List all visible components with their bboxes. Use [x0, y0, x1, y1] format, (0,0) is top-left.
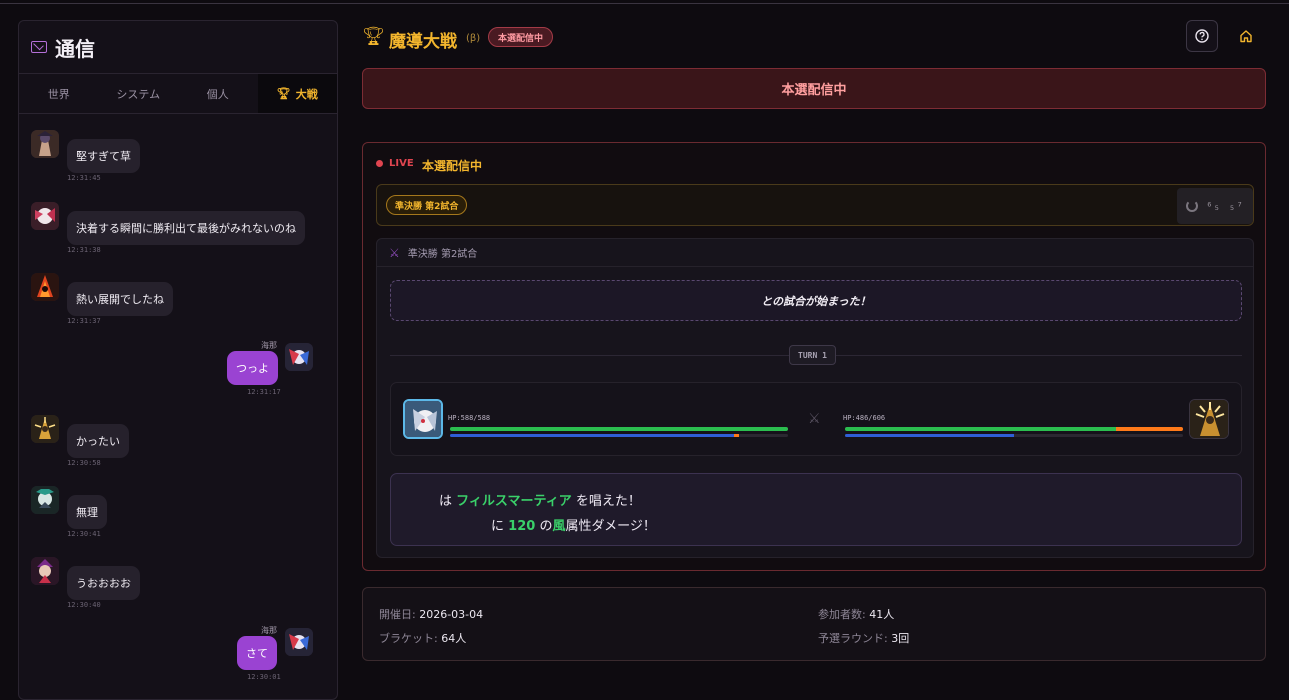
fighter-right-hp-bar	[845, 427, 1183, 431]
info-value: 41人	[869, 608, 895, 621]
match-label: 準決勝 第2試合	[407, 249, 478, 260]
broadcast-banner: 本選配信中	[362, 68, 1266, 109]
log-text: の	[539, 519, 553, 534]
message-sender: 海那	[261, 626, 277, 635]
help-icon	[1195, 29, 1209, 43]
beta-label: (β)	[466, 33, 481, 44]
avatar[interactable]	[31, 202, 59, 230]
log-text: に	[491, 519, 505, 534]
crossed-swords-icon: ⚔︎	[389, 245, 400, 260]
loading-indicator: ⁶₅ ₅⁷	[1177, 188, 1253, 224]
live-panel: LIVE 本選配信中 準決勝 第2試合 ⁶₅ ₅⁷ ⚔︎ 準決勝 第2試合 との…	[362, 142, 1266, 571]
info-qualifier: 予選ラウンド: 3回	[818, 630, 909, 646]
chat-panel: 通信 世界 システム 個人 🏆︎ 大戦 堅すぎて草 12:31:45 決着する瞬…	[18, 20, 338, 700]
chat-title: 通信	[55, 36, 95, 61]
fighter-right-avatar[interactable]	[1189, 399, 1229, 439]
battle-log: は フィルスマーティア を唱えた！ に 120 の風属性ダメージ！	[390, 473, 1242, 546]
loading-text: ⁶₅ ₅⁷	[1205, 199, 1245, 213]
help-button[interactable]	[1186, 20, 1218, 52]
fighter-right-hp: HP:486/606	[843, 414, 886, 422]
avatar[interactable]	[285, 628, 313, 656]
home-icon	[1240, 30, 1252, 43]
live-label: LIVE	[389, 158, 414, 169]
message-bubble: つっよ	[227, 351, 278, 385]
log-text: は	[439, 494, 453, 509]
spell-name: フィルスマーティア	[456, 494, 572, 509]
message-time: 12:30:40	[67, 601, 101, 609]
round-chip: 準決勝 第2試合	[386, 195, 468, 215]
chat-header: 通信	[19, 21, 337, 74]
tab-battle-label: 大戦	[295, 87, 318, 101]
top-divider	[0, 3, 1289, 4]
element-name: 風	[552, 519, 566, 534]
message-time: 12:31:17	[247, 388, 281, 396]
log-text: を唱えた！	[575, 494, 641, 509]
status-badge: 本選配信中	[488, 27, 554, 47]
avatar[interactable]	[31, 415, 59, 443]
message-bubble: さて	[237, 636, 277, 670]
fighter-right-mp-bar	[845, 434, 1183, 437]
tab-world[interactable]: 世界	[19, 74, 99, 113]
avatar[interactable]	[31, 486, 59, 514]
info-label: 開催日:	[379, 608, 416, 621]
info-label: ブラケット:	[379, 632, 438, 645]
chat-tabs: 世界 システム 個人 🏆︎ 大戦	[19, 74, 337, 114]
tournament-info: 開催日: 2026-03-04 参加者数: 41人 ブラケット: 64人 予選ラ…	[362, 587, 1266, 661]
info-value: 3回	[891, 632, 910, 645]
trophy-icon: 🏆︎	[276, 87, 291, 100]
avatar[interactable]	[285, 343, 313, 371]
message-bubble: 堅すぎて草	[67, 139, 140, 173]
mail-icon	[31, 41, 47, 53]
round-bar: 準決勝 第2試合 ⁶₅ ₅⁷	[376, 184, 1254, 226]
live-dot-icon	[376, 160, 383, 167]
log-line-damage: に 120 の風属性ダメージ！	[491, 515, 656, 534]
info-bracket: ブラケット: 64人	[379, 630, 466, 646]
message-bubble: 決着する瞬間に勝利出て最後がみれないのね	[67, 211, 305, 245]
spinner-icon	[1185, 200, 1198, 212]
message-bubble: かったい	[67, 424, 129, 458]
message-time: 12:31:37	[67, 317, 101, 325]
trophy-icon: 🏆︎	[362, 26, 385, 47]
message-time: 12:30:58	[67, 459, 101, 467]
fighter-left-mp-bar	[450, 434, 788, 437]
message-time: 12:31:38	[67, 246, 101, 254]
page-title: 魔導大戦	[389, 32, 457, 52]
match-start-message: との試合が始まった！	[390, 280, 1242, 321]
match-card: ⚔︎ 準決勝 第2試合 との試合が始まった！ TURN 1 HP:588/588…	[376, 238, 1254, 558]
log-line-cast: は フィルスマーティア を唱えた！	[439, 490, 641, 509]
info-value: 64人	[441, 632, 467, 645]
avatar[interactable]	[31, 130, 59, 158]
info-participants: 参加者数: 41人	[818, 606, 894, 622]
message-bubble: 無理	[67, 495, 107, 529]
message-bubble: 熱い展開でしたね	[67, 282, 173, 316]
avatar[interactable]	[31, 557, 59, 585]
fighter-left-hp-bar	[450, 427, 788, 431]
fighter-left-hp: HP:588/588	[448, 414, 491, 422]
match-header: ⚔︎ 準決勝 第2試合	[377, 239, 1253, 267]
tab-personal[interactable]: 個人	[178, 74, 258, 113]
log-text: 属性ダメージ！	[565, 519, 656, 534]
fighters-row: HP:588/588 ⚔︎ HP:486/606	[390, 382, 1242, 456]
message-time: 12:30:41	[67, 530, 101, 538]
damage-value: 120	[508, 519, 536, 534]
fighter-left-avatar[interactable]	[403, 399, 443, 439]
tab-battle[interactable]: 🏆︎ 大戦	[257, 74, 337, 113]
info-value: 2026-03-04	[419, 608, 484, 621]
avatar[interactable]	[31, 273, 59, 301]
live-title: 本選配信中	[422, 159, 483, 173]
message-time: 12:30:01	[247, 673, 281, 681]
turn-chip: TURN 1	[789, 345, 836, 365]
home-button[interactable]	[1230, 20, 1262, 52]
info-label: 参加者数:	[818, 608, 866, 621]
info-label: 予選ラウンド:	[818, 632, 888, 645]
message-bubble: うおおおお	[67, 566, 140, 600]
info-date: 開催日: 2026-03-04	[379, 606, 483, 622]
versus-icon: ⚔︎	[808, 411, 821, 427]
message-sender: 海那	[261, 341, 277, 350]
message-time: 12:31:45	[67, 174, 101, 182]
tab-system[interactable]: システム	[99, 74, 179, 113]
